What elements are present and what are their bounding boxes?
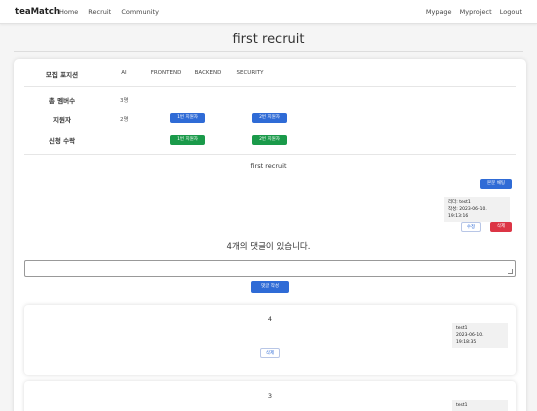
nav-links: Home Recruit Community bbox=[59, 8, 167, 16]
accept-label: 신청 수락 bbox=[48, 137, 76, 145]
comment-item: 3 test1 bbox=[24, 381, 516, 411]
comment-delete-button[interactable]: 삭제 bbox=[260, 348, 280, 358]
post-created: 작성: 2023-06-10. 19:13:16 bbox=[448, 207, 487, 219]
comment-item: 4 test1 2023-06-10. 19:18:35 삭제 bbox=[24, 305, 516, 375]
applicants-label: 지원자 bbox=[53, 116, 71, 124]
position-label: 모집 포지션 bbox=[45, 71, 79, 79]
delete-button[interactable]: 삭제 bbox=[490, 222, 512, 232]
comment-author: test1 bbox=[456, 326, 468, 331]
comment-author: test1 bbox=[456, 403, 468, 408]
total-members-label: 총 멤버수 bbox=[48, 97, 76, 105]
nav-community[interactable]: Community bbox=[121, 8, 159, 16]
position-security: SECURITY bbox=[236, 70, 264, 76]
submit-comment-button[interactable]: 댓글 작성 bbox=[251, 281, 289, 293]
comment-number: 3 bbox=[267, 392, 273, 400]
comment-count: 4개의 댓글이 있습니다. bbox=[226, 242, 311, 252]
post-chat-button[interactable]: 본문 채팅 bbox=[480, 179, 512, 189]
accept-applicant-2-button[interactable]: 2번 지원자 bbox=[252, 135, 287, 145]
brand-logo[interactable]: teaMatch bbox=[15, 7, 60, 17]
comment-meta: test1 2023-06-10. 19:18:35 bbox=[452, 323, 508, 348]
recruit-divider bbox=[24, 154, 516, 155]
accept-applicant-1-button[interactable]: 1번 지원자 bbox=[170, 135, 205, 145]
applicant-2-button[interactable]: 2번 지원자 bbox=[252, 113, 287, 123]
post-body: first recruit bbox=[250, 162, 287, 170]
nav-myproject[interactable]: Myproject bbox=[460, 8, 492, 16]
nav-recruit[interactable]: Recruit bbox=[88, 8, 111, 16]
resize-handle-icon[interactable] bbox=[508, 269, 513, 274]
total-members-value: 3명 bbox=[120, 98, 129, 104]
comment-date: 2023-06-10. 19:18:35 bbox=[456, 333, 484, 345]
nav-home[interactable]: Home bbox=[59, 8, 78, 16]
page-title: first recruit bbox=[232, 32, 305, 47]
nav-logout[interactable]: Logout bbox=[500, 8, 522, 16]
positions-divider bbox=[24, 86, 516, 87]
applicants-value: 2명 bbox=[120, 117, 129, 123]
top-navbar: teaMatch Home Recruit Community Mypage M… bbox=[0, 0, 537, 24]
post-meta: 리더: test1 작성: 2023-06-10. 19:13:16 bbox=[444, 197, 510, 222]
comment-number: 4 bbox=[267, 315, 273, 323]
post-leader: 리더: test1 bbox=[448, 200, 471, 205]
applicant-1-button[interactable]: 1번 지원자 bbox=[170, 113, 205, 123]
nav-user-links: Mypage Myproject Logout bbox=[420, 8, 522, 16]
title-divider bbox=[14, 51, 523, 52]
comment-input[interactable] bbox=[24, 260, 516, 277]
nav-mypage[interactable]: Mypage bbox=[426, 8, 452, 16]
comment-meta: test1 bbox=[452, 400, 508, 411]
modify-button[interactable]: 수정 bbox=[461, 222, 481, 232]
